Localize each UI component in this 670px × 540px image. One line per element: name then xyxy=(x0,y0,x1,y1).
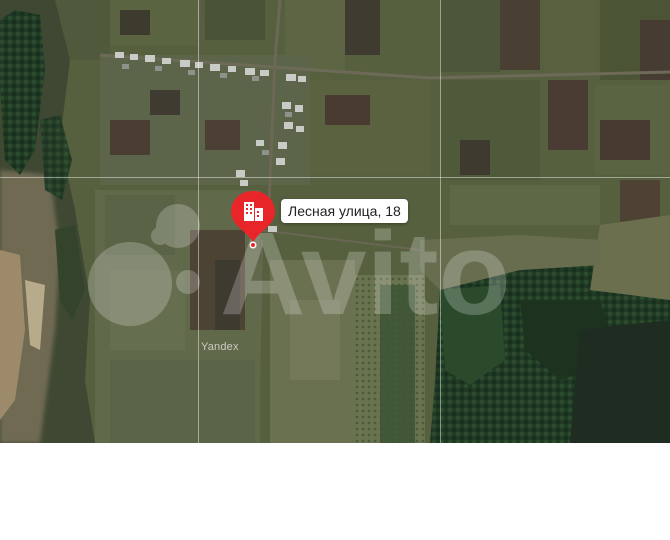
blank-area xyxy=(0,443,670,540)
yandex-attribution: Yandex xyxy=(201,341,239,353)
location-pin[interactable] xyxy=(230,190,276,250)
satellite-map[interactable]: Avito Лесная улица, 18 Yandex xyxy=(0,0,670,443)
map-pin-icon xyxy=(231,191,275,249)
address-label[interactable]: Лесная улица, 18 xyxy=(281,199,408,223)
